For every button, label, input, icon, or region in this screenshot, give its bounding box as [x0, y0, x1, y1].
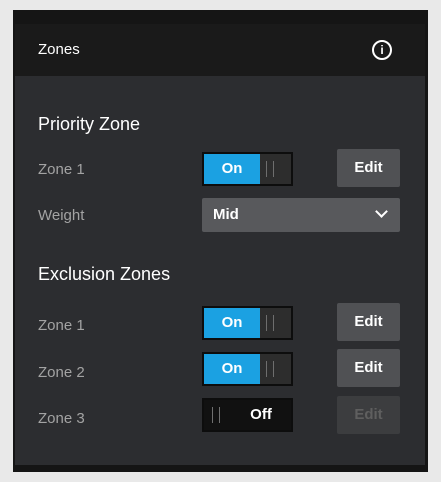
exclusion-zone3-label: Zone 3 — [38, 410, 85, 427]
exclusion-zone1-label: Zone 1 — [38, 317, 85, 334]
zones-panel: Zones i Priority Zone Zone 1 On Edit Wei… — [15, 24, 425, 465]
toggle-on-label: On — [204, 354, 260, 384]
exclusion-zone3-edit-button[interactable]: Edit — [337, 396, 400, 434]
weight-select-value: Mid — [213, 206, 239, 223]
priority-zone1-edit-button[interactable]: Edit — [337, 149, 400, 187]
toggle-handle-icon — [266, 161, 274, 177]
toggle-handle-icon — [266, 361, 274, 377]
panel-title: Zones — [38, 41, 80, 58]
toggle-handle-icon — [212, 407, 220, 423]
exclusion-zones-title: Exclusion Zones — [38, 264, 171, 284]
info-icon[interactable]: i — [372, 40, 392, 60]
exclusion-zone1-toggle[interactable]: On — [202, 306, 293, 340]
priority-zone1-toggle[interactable]: On — [202, 152, 293, 186]
exclusion-zone1-edit-button[interactable]: Edit — [337, 303, 400, 341]
toggle-on-label: On — [204, 308, 260, 338]
toggle-on-label: On — [204, 154, 260, 184]
toggle-off-label: Off — [250, 406, 272, 423]
weight-select[interactable]: Mid — [202, 198, 400, 232]
panel-header: Zones i — [15, 24, 425, 76]
weight-label: Weight — [38, 207, 85, 224]
priority-zone1-label: Zone 1 — [38, 161, 85, 178]
chevron-down-icon — [375, 205, 388, 218]
toggle-handle-icon — [266, 315, 274, 331]
priority-zone-title: Priority Zone — [38, 114, 141, 134]
exclusion-zone2-label: Zone 2 — [38, 364, 85, 381]
exclusion-zone3-toggle[interactable]: Off — [202, 398, 293, 432]
exclusion-zone2-toggle[interactable]: On — [202, 352, 293, 386]
exclusion-zone2-edit-button[interactable]: Edit — [337, 349, 400, 387]
